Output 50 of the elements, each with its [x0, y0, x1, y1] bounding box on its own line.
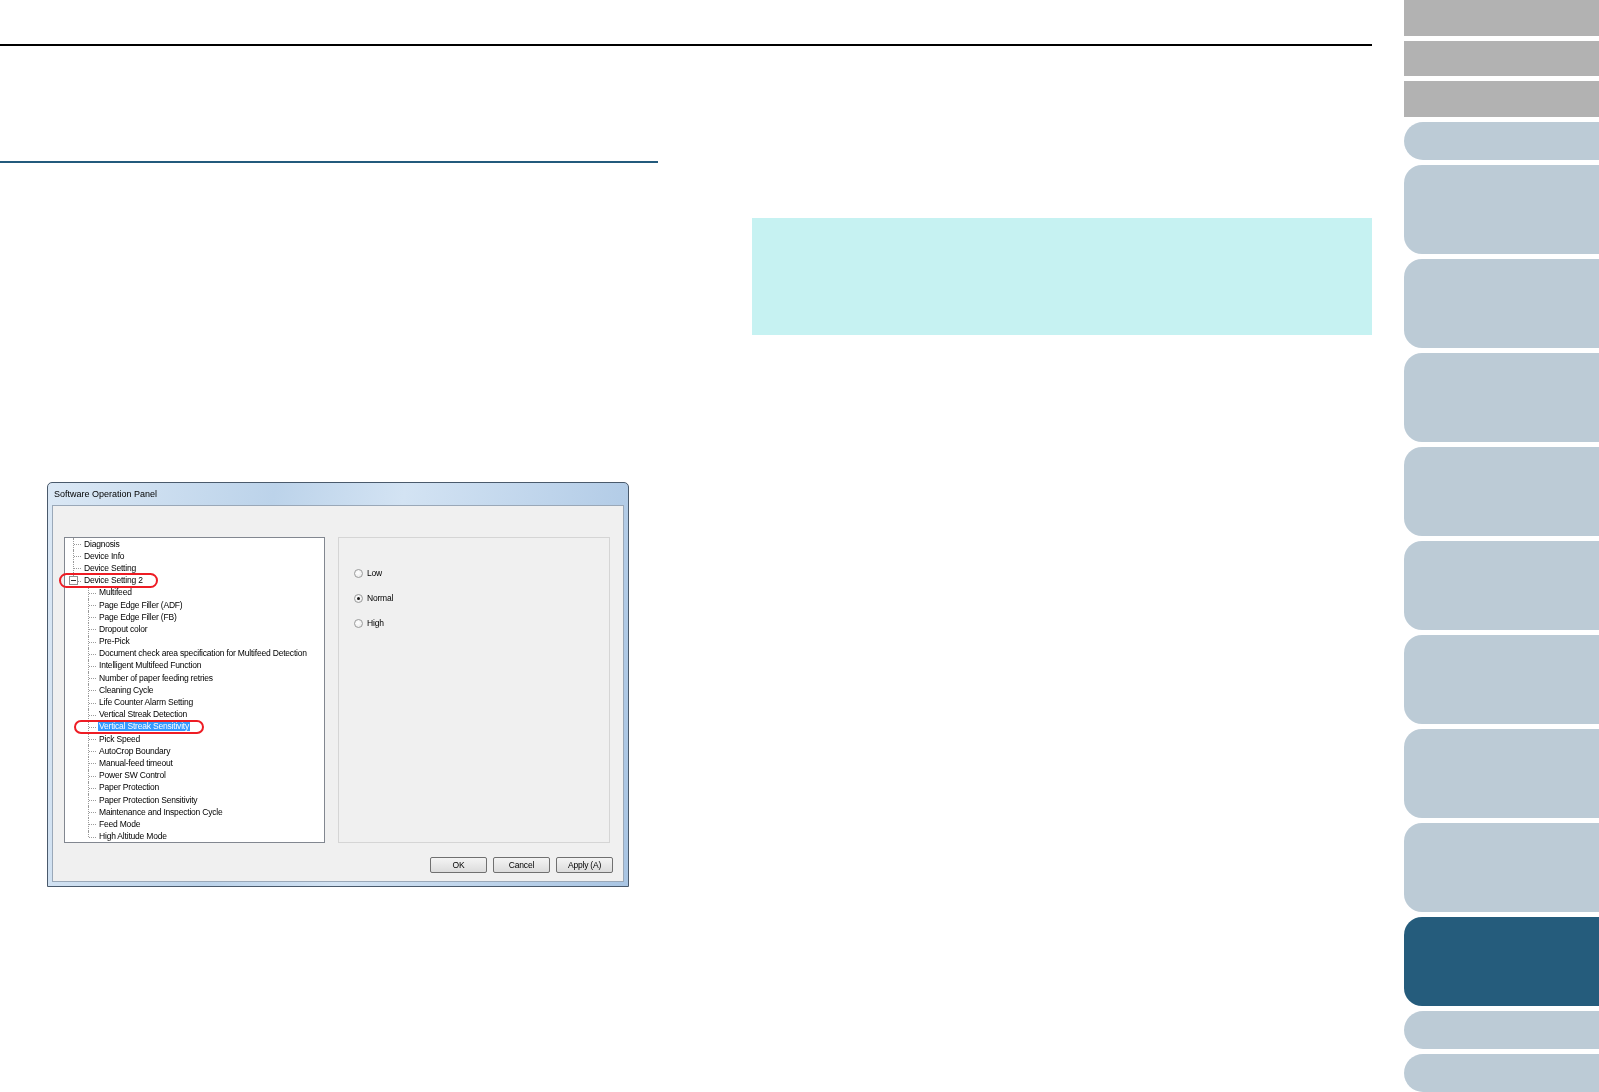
- radio-label: Normal: [367, 593, 394, 603]
- tree-item[interactable]: Paper Protection: [98, 783, 161, 793]
- tree-item[interactable]: Paper Protection Sensitivity: [98, 795, 199, 805]
- tree-item[interactable]: AutoCrop Boundary: [98, 746, 172, 756]
- tree-item[interactable]: Vertical Streak Detection: [98, 710, 189, 720]
- chapter-tab[interactable]: [1404, 258, 1599, 348]
- tree-item[interactable]: Device Setting 2: [83, 576, 144, 586]
- tree-item[interactable]: Pick Speed: [98, 734, 141, 744]
- tree-item[interactable]: High Altitude Mode: [98, 832, 168, 842]
- chapter-tab[interactable]: [1404, 540, 1599, 630]
- nav-button[interactable]: [1404, 40, 1599, 76]
- tree-item[interactable]: Document check area specification for Multifeed Detection: [98, 649, 308, 659]
- dialog-button[interactable]: Apply (A): [556, 857, 613, 873]
- dialog-button[interactable]: Cancel: [493, 857, 550, 873]
- chapter-tab[interactable]: [1404, 121, 1599, 160]
- tree-item[interactable]: Page Edge Filler (ADF): [98, 600, 184, 610]
- window-title: Software Operation Panel: [54, 489, 158, 499]
- chapter-tab[interactable]: [1404, 352, 1599, 442]
- radio-button[interactable]: [354, 593, 363, 603]
- tree-item[interactable]: Page Edge Filler (FB): [98, 612, 178, 622]
- radio-label: Low: [367, 568, 382, 578]
- tree-item[interactable]: Dropout color: [98, 624, 149, 634]
- tree-item[interactable]: Multifeed: [98, 588, 133, 598]
- tree-item[interactable]: Manual-feed timeout: [98, 758, 174, 768]
- tree-item[interactable]: Pre-Pick: [98, 637, 131, 647]
- radio-label: High: [367, 618, 384, 628]
- minus-box-icon[interactable]: [69, 576, 78, 586]
- chapter-tab[interactable]: [1404, 916, 1599, 1006]
- chapter-tab[interactable]: [1404, 728, 1599, 818]
- nav-button[interactable]: [1404, 0, 1599, 36]
- tree-item[interactable]: Number of paper feeding retries: [98, 673, 214, 683]
- chapter-tab[interactable]: [1404, 164, 1599, 254]
- chapter-tab[interactable]: [1404, 446, 1599, 536]
- chapter-tab[interactable]: [1404, 1053, 1599, 1092]
- tree-item[interactable]: Maintenance and Inspection Cycle: [98, 807, 224, 817]
- tree-item[interactable]: Device Setting: [83, 563, 137, 573]
- tree-item[interactable]: Cleaning Cycle: [98, 685, 155, 695]
- chapter-tab[interactable]: [1404, 634, 1599, 724]
- chapter-tab[interactable]: [1404, 822, 1599, 912]
- chapter-tab[interactable]: [1404, 1010, 1599, 1049]
- tree-item[interactable]: Intelligent Multifeed Function: [98, 661, 203, 671]
- radio-button[interactable]: [354, 618, 363, 628]
- tree-item[interactable]: Power SW Control: [98, 771, 167, 781]
- tree-item[interactable]: Diagnosis: [83, 539, 121, 549]
- nav-button[interactable]: [1404, 81, 1599, 117]
- tree-item[interactable]: Life Counter Alarm Setting: [98, 698, 195, 708]
- tree-item[interactable]: Device Info: [83, 551, 126, 561]
- dialog-button[interactable]: OK: [430, 857, 487, 873]
- radio-button[interactable]: [354, 568, 363, 578]
- tree-item[interactable]: Feed Mode: [98, 819, 142, 829]
